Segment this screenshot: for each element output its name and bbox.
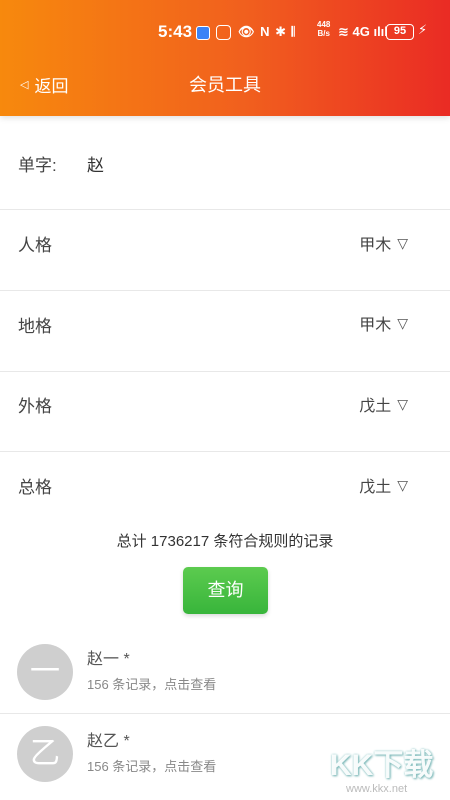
dropdown-arrow-icon: ▽ — [397, 234, 408, 251]
avatar: 一 — [17, 644, 73, 700]
network-speed-value: 448 — [317, 20, 331, 29]
notification-app-icon — [196, 26, 210, 40]
renge-select[interactable]: 甲木 ▽ — [359, 231, 408, 255]
network-speed-unit: B/s — [317, 29, 330, 38]
total-records-text: 总计 1736217 条符合规则的记录 — [116, 533, 334, 550]
message-app-icon — [216, 25, 231, 40]
dropdown-arrow-icon: ▽ — [397, 314, 408, 331]
waige-value: 戊土 — [359, 398, 392, 415]
list-item[interactable]: 一 赵一 * 156 条记录，点击查看 — [0, 637, 450, 714]
signal-icons: ≋ 4G ılıl — [338, 24, 388, 39]
item-title: 赵一 * — [87, 651, 130, 668]
item-title: 赵乙 * — [87, 733, 130, 750]
waige-select[interactable]: 戊土 ▽ — [359, 392, 408, 416]
zongge-select[interactable]: 戊土 ▽ — [359, 473, 408, 497]
waige-row: 外格 戊土 ▽ — [0, 371, 450, 452]
dropdown-arrow-icon: ▽ — [397, 395, 408, 412]
dige-select[interactable]: 甲木 ▽ — [359, 311, 408, 335]
charging-icon: ⚡ — [418, 22, 428, 37]
single-char-value[interactable]: 赵 — [87, 151, 104, 176]
waige-label: 外格 — [18, 397, 52, 416]
query-button[interactable]: 查询 — [183, 567, 268, 614]
battery-icon: 95 — [386, 24, 414, 40]
status-icons: 👁 N ✱ 𝄃 — [238, 24, 296, 39]
single-char-label: 单字: — [18, 156, 57, 175]
single-char-row: 单字: 赵 — [0, 129, 450, 210]
dige-value: 甲木 — [359, 317, 392, 334]
item-subtitle: 156 条记录，点击查看 — [87, 759, 217, 774]
status-time: 5:43 — [158, 22, 193, 41]
status-bar: 5:43 👁 N ✱ 𝄃 448 B/s ≋ 4G ılıl 95 ⚡ — [0, 14, 450, 54]
zongge-row: 总格 戊土 ▽ — [0, 452, 450, 512]
zongge-value: 戊土 — [359, 479, 392, 496]
dige-row: 地格 甲木 ▽ — [0, 291, 450, 372]
app-header: 5:43 👁 N ✱ 𝄃 448 B/s ≋ 4G ılıl 95 ⚡ ◁ 返回… — [0, 0, 450, 116]
renge-row: 人格 甲木 ▽ — [0, 210, 450, 291]
watermark-logo: KK下载 — [330, 749, 434, 782]
item-subtitle: 156 条记录，点击查看 — [87, 677, 217, 692]
renge-value: 甲木 — [359, 237, 392, 254]
watermark-url: www.kkx.net — [346, 783, 408, 795]
zongge-label: 总格 — [18, 478, 52, 497]
dropdown-arrow-icon: ▽ — [397, 476, 408, 493]
page-title: 会员工具 — [189, 75, 261, 95]
network-speed: 448 B/s — [317, 20, 330, 38]
avatar: 乙 — [17, 726, 73, 782]
renge-label: 人格 — [18, 236, 52, 255]
dige-label: 地格 — [18, 317, 52, 336]
